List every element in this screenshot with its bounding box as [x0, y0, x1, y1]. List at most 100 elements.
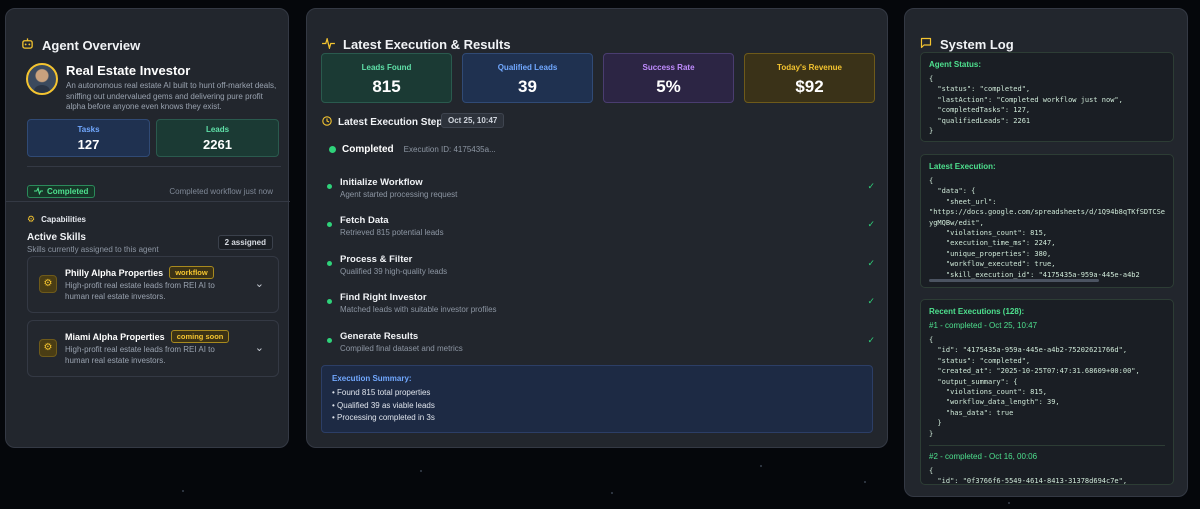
status-badge: Completed — [27, 185, 96, 198]
metric-label: Qualified Leads — [497, 63, 558, 72]
summary-item: • Processing completed in 3s — [332, 413, 435, 422]
avatar — [26, 63, 58, 95]
step-dot-icon — [327, 222, 332, 227]
metric-value: 39 — [518, 77, 537, 96]
agent-name: Real Estate Investor — [66, 63, 191, 78]
background-star — [864, 481, 866, 483]
system-log-title: System Log — [940, 37, 1014, 52]
recent-executions-box[interactable]: Recent Executions (128): #1 - completed … — [920, 299, 1174, 485]
step-dot-icon — [327, 338, 332, 343]
tasks-stat: Tasks 127 — [27, 119, 150, 157]
revenue-metric: Today's Revenue $92 — [744, 53, 875, 103]
agent-status-label: Agent Status: — [929, 60, 981, 69]
metric-value: 5% — [656, 77, 681, 96]
clock-icon — [322, 116, 332, 129]
steps-header: Latest Execution Steps — [322, 116, 448, 129]
step-name: Fetch Data — [340, 215, 389, 226]
check-icon: ✓ — [867, 335, 875, 345]
skill-description: High-profit real estate leads from REI A… — [65, 345, 215, 365]
skill-name: Miami Alpha Properties — [65, 331, 165, 342]
recent-execution-header: #2 - completed - Oct 16, 00:06 — [929, 452, 1038, 462]
agent-header: Real Estate Investor An autonomous real … — [26, 63, 280, 113]
step-dot-icon — [327, 184, 332, 189]
recent-execution-code: { "id": "0f3766f6-5549-4614-8413-31378d6… — [929, 467, 1128, 485]
step-description: Retrieved 815 potential leads — [340, 228, 444, 237]
step-item: Initialize Workflow Agent started proces… — [327, 177, 875, 203]
leads-stat: Leads 2261 — [156, 119, 279, 157]
horizontal-scrollbar[interactable] — [929, 279, 1099, 282]
background-star — [1008, 502, 1010, 504]
chevron-down-icon[interactable]: ⌄ — [255, 277, 264, 290]
summary-item: • Qualified 39 as viable leads — [332, 400, 435, 410]
metric-value: $92 — [795, 77, 824, 96]
latest-execution-box[interactable]: Latest Execution: { "data": { "sheet_url… — [920, 154, 1174, 288]
check-icon: ✓ — [867, 258, 875, 268]
skill-tag: coming soon — [170, 330, 230, 343]
leads-label: Leads — [205, 125, 230, 134]
check-icon: ✓ — [867, 296, 875, 306]
leads-found-metric: Leads Found 815 — [321, 53, 452, 103]
step-description: Agent started processing request — [340, 190, 458, 199]
divider — [6, 201, 290, 202]
agent-status-code: { "status": "completed", "lastAction": "… — [929, 75, 1123, 136]
leads-value: 2261 — [203, 137, 232, 152]
execution-title: Latest Execution & Results — [343, 37, 511, 52]
active-skills-subtitle: Skills currently assigned to this agent — [27, 245, 159, 254]
bot-icon — [21, 37, 34, 53]
metric-label: Today's Revenue — [777, 63, 842, 72]
skill-name-row: Philly Alpha Properties workflow — [65, 266, 214, 279]
summary-item: • Found 815 total properties — [332, 388, 431, 397]
step-name: Initialize Workflow — [340, 177, 423, 188]
agent-overview-title: Agent Overview — [42, 37, 141, 53]
divider — [27, 166, 281, 167]
metric-value: 815 — [372, 77, 401, 96]
summary-title: Execution Summary: — [332, 374, 412, 383]
metric-label: Leads Found — [361, 63, 412, 72]
step-item: Find Right Investor Matched leads with s… — [327, 292, 875, 318]
recent-execution-code: { "id": "4175435a-959a-445e-a4b2-7520262… — [929, 336, 1140, 438]
divider — [929, 445, 1165, 447]
step-description: Qualified 39 high-quality leads — [340, 267, 448, 276]
execution-header: Latest Execution & Results — [322, 36, 511, 52]
capabilities-header: ⚙ Capabilities — [27, 214, 86, 225]
skill-card-miami[interactable]: ⚙ Miami Alpha Properties coming soon Hig… — [27, 320, 279, 377]
background-star — [182, 490, 184, 492]
check-icon: ✓ — [867, 219, 875, 229]
execution-panel: Latest Execution & Results Leads Found 8… — [306, 8, 888, 448]
status-badge-label: Completed — [47, 187, 89, 196]
recent-executions-label: Recent Executions (128): — [929, 307, 1025, 316]
execution-status: Completed — [342, 144, 394, 155]
latest-execution-label: Latest Execution: — [929, 162, 996, 171]
agent-description: An autonomous real estate AI built to hu… — [66, 81, 277, 111]
skill-name-row: Miami Alpha Properties coming soon — [65, 330, 230, 343]
latest-execution-code: { "data": { "sheet_url": "https://docs.g… — [929, 177, 1166, 279]
system-log-header: System Log — [920, 37, 1014, 52]
skill-description: High-profit real estate leads from REI A… — [65, 281, 215, 301]
execution-id: Execution ID: 4175435a... — [403, 145, 496, 154]
chevron-down-icon[interactable]: ⌄ — [255, 341, 264, 354]
background-star — [760, 465, 762, 467]
tasks-value: 127 — [77, 137, 100, 152]
system-log-panel: System Log Agent Status: { "status": "co… — [904, 8, 1188, 497]
background-star — [420, 470, 422, 472]
step-name: Generate Results — [340, 331, 419, 342]
step-item: Fetch Data Retrieved 815 potential leads… — [327, 215, 875, 241]
step-description: Compiled final dataset and metrics — [340, 344, 463, 353]
capabilities-label: Capabilities — [41, 215, 86, 224]
qualified-leads-metric: Qualified Leads 39 — [462, 53, 593, 103]
gear-icon: ⚙ — [27, 214, 36, 224]
skill-tag: workflow — [169, 266, 214, 279]
message-icon — [920, 37, 932, 52]
status-dot-icon — [329, 146, 336, 153]
execution-summary: Execution Summary: • Found 815 total pro… — [321, 365, 873, 433]
agent-overview-panel: Agent Overview Real Estate Investor An a… — [5, 8, 290, 448]
execution-date-chip: Oct 25, 10:47 — [441, 113, 505, 128]
skill-card-philly[interactable]: ⚙ Philly Alpha Properties workflow High-… — [27, 256, 279, 313]
tasks-label: Tasks — [77, 125, 100, 134]
activity-icon — [34, 186, 43, 197]
assigned-count-badge: 2 assigned — [217, 235, 273, 250]
skill-name: Philly Alpha Properties — [65, 267, 164, 278]
step-item: Process & Filter Qualified 39 high-quali… — [327, 254, 875, 280]
status-text: Completed workflow just now — [169, 187, 273, 196]
gear-icon: ⚙ — [39, 339, 57, 357]
